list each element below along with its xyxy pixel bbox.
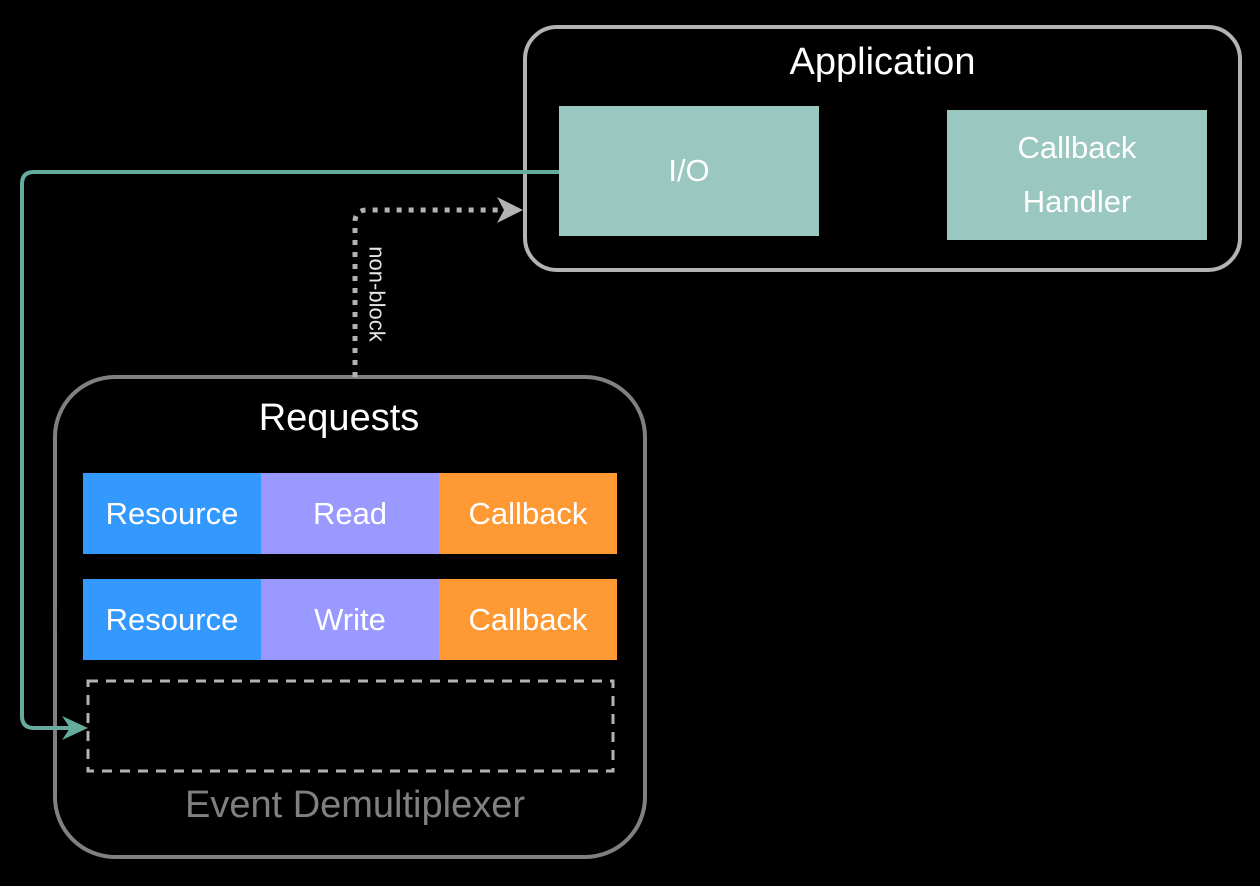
gray-arrowhead-icon xyxy=(497,197,523,223)
empty-request-slot xyxy=(86,679,615,773)
request-1-resource: Resource xyxy=(83,473,261,554)
requests-title: Requests xyxy=(258,396,420,439)
io-label: I/O xyxy=(668,153,710,188)
non-block-label: non-block xyxy=(365,246,391,342)
request-2-resource: Resource xyxy=(83,579,261,660)
callback-handler-label: Callback Handler xyxy=(1017,130,1137,219)
diagram-canvas: Application I/O Callback Handler non-blo… xyxy=(0,0,1260,886)
request-1-operation: Read xyxy=(261,473,439,554)
request-2-operation: Write xyxy=(261,579,439,660)
non-block-label-wrap: non-block xyxy=(354,232,400,356)
request-1-callback: Callback xyxy=(439,473,617,554)
request-2-callback: Callback xyxy=(439,579,617,660)
application-title: Application xyxy=(789,40,976,83)
event-demultiplexer-label: Event Demultiplexer xyxy=(184,783,526,826)
